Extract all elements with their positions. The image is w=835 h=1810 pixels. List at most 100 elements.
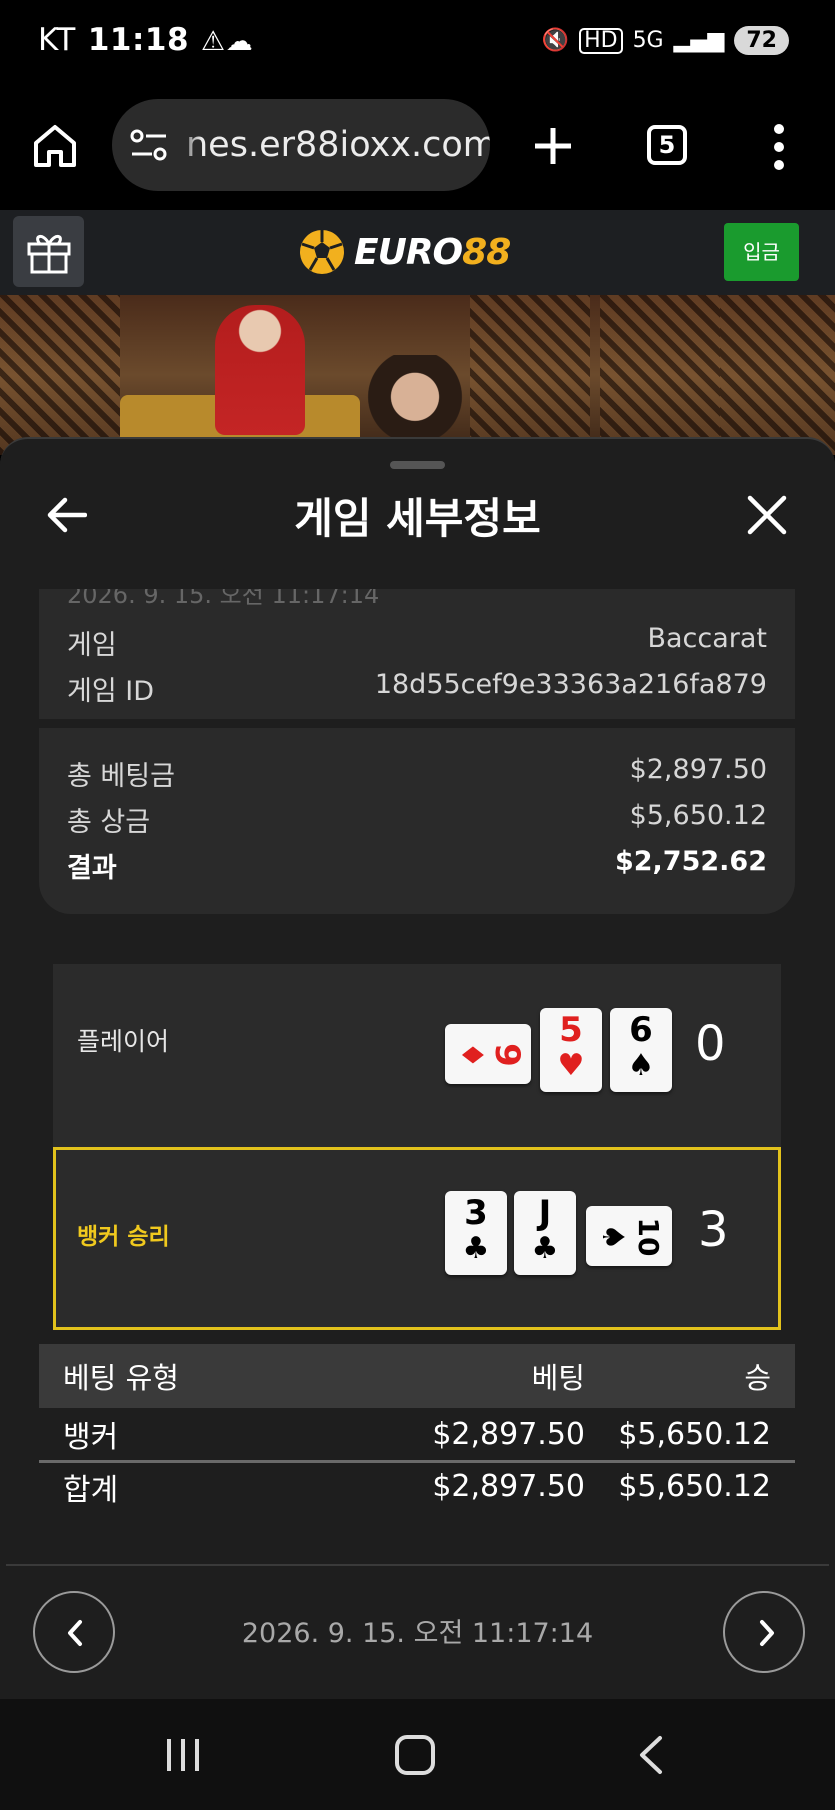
card-rank: J	[538, 1193, 552, 1233]
site-settings-icon[interactable]	[130, 129, 168, 161]
5g-icon: 5G	[632, 28, 664, 53]
video-dealer	[215, 305, 305, 435]
total-value: $5,650.12	[629, 800, 767, 831]
game-details-sheet: 게임 세부정보 2026. 9. 15. 오전 11:17:14 게임 Bacc…	[0, 437, 835, 1699]
club-suit-icon: ♣	[462, 1231, 490, 1266]
info-label: 게임	[67, 630, 117, 661]
logo-text-yellow: 88	[462, 231, 511, 273]
deposit-button[interactable]: 입금	[724, 223, 799, 281]
video-decor	[720, 295, 835, 455]
new-tab-icon[interactable]	[530, 123, 576, 169]
playing-card: 6 ♠	[610, 1008, 672, 1092]
total-value: $2,897.50	[629, 754, 767, 785]
info-value: Baccarat	[647, 623, 767, 654]
signal-icon: ▂▄▆	[673, 28, 725, 53]
total-label: 총 베팅금	[67, 761, 175, 792]
vpn-cloud-icon: ⚠☁	[201, 26, 254, 57]
card-rank: 5	[559, 1010, 583, 1050]
android-nav-bar	[0, 1699, 835, 1810]
soccer-ball-icon	[300, 230, 344, 274]
divider	[6, 1564, 829, 1566]
address-bar[interactable]: nes.er88ioxx.com	[112, 99, 490, 191]
total-label: 결과	[67, 853, 117, 884]
total-bet-row: 총 베팅금 $2,897.50	[67, 754, 767, 793]
player-hand: 플레이어 9 ♦ 5 ♥ 6 ♠ 0	[53, 964, 781, 1147]
spade-suit-icon: ♠	[595, 1223, 630, 1251]
playing-card: 9 ♦	[445, 1024, 531, 1084]
url-text: nes.er88ioxx.com	[186, 125, 490, 165]
info-row-game: 게임 Baccarat	[67, 623, 767, 662]
info-label: 게임 ID	[67, 676, 155, 707]
table-total-row: 합계 $2,897.50 $5,650.12	[39, 1460, 795, 1510]
header-win: 승	[744, 1361, 771, 1395]
back-nav-icon[interactable]	[638, 1735, 664, 1775]
gift-button[interactable]	[13, 216, 84, 287]
game-date: 2026. 9. 15. 오전 11:17:14	[241, 1618, 594, 1649]
bet-amount-cell: $2,897.50	[432, 1416, 585, 1452]
banker-hand: 뱅커 승리 3 ♣ J ♣ 10 ♠ 3	[53, 1147, 781, 1330]
info-value: 18d55cef9e33363a216fa879	[374, 669, 767, 700]
total-prize-row: 총 상금 $5,650.12	[67, 800, 767, 839]
status-left: KT 11:18 ⚠☁	[38, 22, 253, 58]
clock: 11:18	[87, 22, 190, 58]
mute-icon: 🔇	[541, 28, 570, 53]
more-menu-icon[interactable]	[770, 123, 788, 171]
video-decor	[600, 295, 720, 455]
bet-type-cell: 뱅커	[63, 1420, 119, 1455]
hd-icon: HD	[579, 27, 623, 54]
sheet-title: 게임 세부정보	[294, 494, 541, 543]
live-video-feed	[0, 295, 835, 455]
status-right: 🔇 HD 5G ▂▄▆ 72	[542, 26, 789, 55]
result-row: 결과 $2,752.62	[67, 846, 767, 885]
battery-indicator: 72	[734, 26, 789, 55]
card-rank: 10	[632, 1217, 665, 1257]
url-fade	[172, 99, 202, 191]
playing-card: 5 ♥	[540, 1008, 602, 1092]
banker-win-label: 뱅커 승리	[77, 1224, 170, 1250]
next-game-button[interactable]	[723, 1591, 805, 1673]
spade-suit-icon: ♠	[627, 1048, 655, 1083]
banker-score: 3	[698, 1202, 729, 1258]
close-icon[interactable]	[746, 494, 788, 536]
card-rank: 9	[487, 1043, 527, 1067]
status-bar: KT 11:18 ⚠☁ 🔇 HD 5G ▂▄▆ 72	[0, 0, 835, 85]
total-value: $2,752.62	[614, 846, 767, 877]
site-header: EURO88 입금	[0, 210, 835, 295]
recent-apps-icon[interactable]	[163, 1737, 203, 1773]
total-type-cell: 합계	[63, 1472, 119, 1508]
tab-switcher-button[interactable]: 5	[647, 125, 687, 165]
info-row-game-id: 게임 ID 18d55cef9e33363a216fa879	[67, 669, 767, 708]
partial-date-text: 2026. 9. 15. 오전 11:17:14	[67, 589, 380, 609]
player-score: 0	[695, 1016, 726, 1072]
diamond-suit-icon: ♦	[454, 1041, 489, 1069]
bet-table: 베팅 유형 베팅 승 뱅커 $2,897.50 $5,650.12 합계 $2,…	[39, 1344, 795, 1510]
bet-table-header: 베팅 유형 베팅 승	[39, 1344, 795, 1408]
header-bet-type: 베팅 유형	[63, 1361, 179, 1395]
table-row: 뱅커 $2,897.50 $5,650.12	[39, 1408, 795, 1460]
total-label: 총 상금	[67, 807, 151, 838]
player-label: 플레이어	[77, 1027, 170, 1056]
playing-card: 3 ♣	[445, 1191, 507, 1275]
gift-icon	[27, 235, 71, 274]
header-bet: 베팅	[531, 1361, 585, 1395]
logo-text-white: EURO	[354, 231, 463, 273]
carrier-label: KT	[38, 22, 76, 58]
home-nav-icon[interactable]	[395, 1735, 435, 1775]
game-info-card: 2026. 9. 15. 오전 11:17:14 게임 Baccarat 게임 …	[39, 589, 795, 719]
site-logo[interactable]: EURO88	[298, 222, 511, 282]
card-rank: 3	[464, 1193, 488, 1233]
sheet-drag-handle[interactable]	[390, 461, 445, 469]
total-win-cell: $5,650.12	[618, 1469, 771, 1504]
totals-card: 총 베팅금 $2,897.50 총 상금 $5,650.12 결과 $2,752…	[39, 724, 795, 914]
win-amount-cell: $5,650.12	[618, 1416, 771, 1452]
chevron-right-icon	[760, 1620, 774, 1646]
card-rank: 6	[629, 1010, 653, 1050]
home-icon[interactable]	[32, 123, 78, 169]
playing-card: 10 ♠	[586, 1206, 672, 1266]
browser-toolbar: nes.er88ioxx.com 5	[0, 85, 835, 210]
club-suit-icon: ♣	[531, 1231, 559, 1266]
video-decor	[470, 295, 590, 455]
heart-suit-icon: ♥	[557, 1048, 585, 1083]
video-decor	[0, 295, 120, 455]
playing-card: J ♣	[514, 1191, 576, 1275]
